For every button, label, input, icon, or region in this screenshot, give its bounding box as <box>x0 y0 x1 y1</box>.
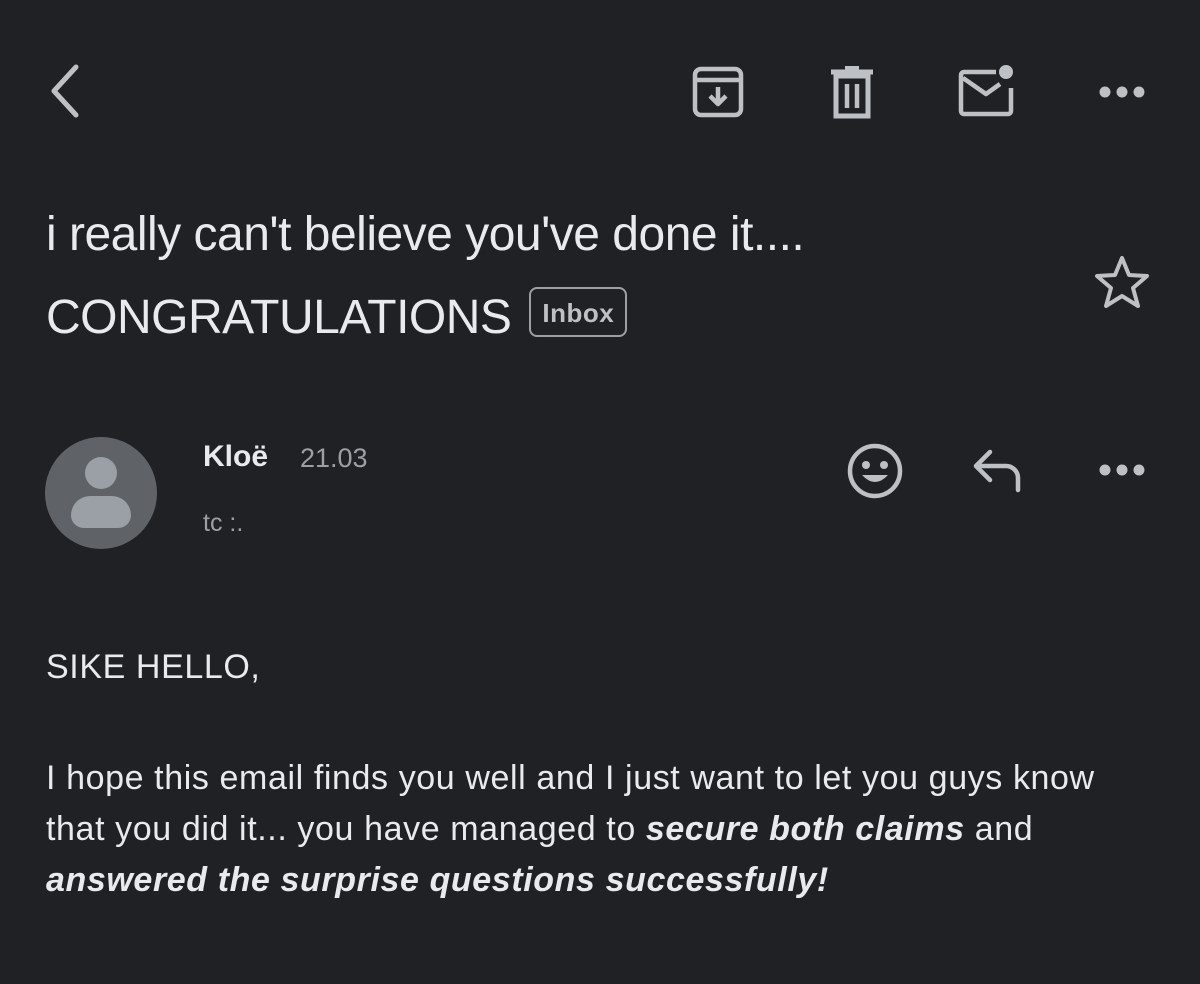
more-horizontal-icon <box>1099 86 1145 98</box>
email-subject: i really can't believe you've done it...… <box>46 193 1066 359</box>
emoji-react-icon <box>847 443 903 499</box>
body-text-2: and <box>964 810 1034 848</box>
default-avatar-icon <box>85 457 117 489</box>
sender-avatar[interactable] <box>45 437 157 549</box>
star-outline-icon <box>1095 256 1149 308</box>
mark-unread-button[interactable] <box>954 60 1020 120</box>
reply-button[interactable] <box>964 440 1032 500</box>
add-reaction-button[interactable] <box>842 438 908 504</box>
delete-button[interactable] <box>822 62 882 122</box>
more-options-button[interactable] <box>1094 72 1150 112</box>
archive-button[interactable] <box>688 62 748 122</box>
trash-icon <box>831 66 873 119</box>
sender-name[interactable]: Kloë <box>203 440 268 474</box>
star-button[interactable] <box>1090 250 1154 314</box>
back-button[interactable] <box>36 58 92 124</box>
email-body-paragraph: I hope this email finds you well and I j… <box>46 753 1136 906</box>
recipient-details[interactable]: tc :. <box>203 509 243 538</box>
body-emphasis-2: answered the surprise questions successf… <box>46 861 829 899</box>
message-time: 21.03 <box>300 443 368 473</box>
mark-unread-icon <box>958 65 1014 117</box>
inbox-label-badge[interactable]: Inbox <box>529 287 628 338</box>
reply-icon <box>973 449 1021 493</box>
body-emphasis-1: secure both claims <box>645 810 965 848</box>
archive-icon <box>692 66 744 118</box>
subject-text: i really can't believe you've done it...… <box>46 208 805 344</box>
message-more-button[interactable] <box>1094 450 1150 490</box>
email-view: i really can't believe you've done it...… <box>0 0 1200 984</box>
email-greeting: SIKE HELLO, <box>46 648 261 686</box>
more-horizontal-icon <box>1099 464 1145 476</box>
chevron-left-icon <box>51 64 79 118</box>
